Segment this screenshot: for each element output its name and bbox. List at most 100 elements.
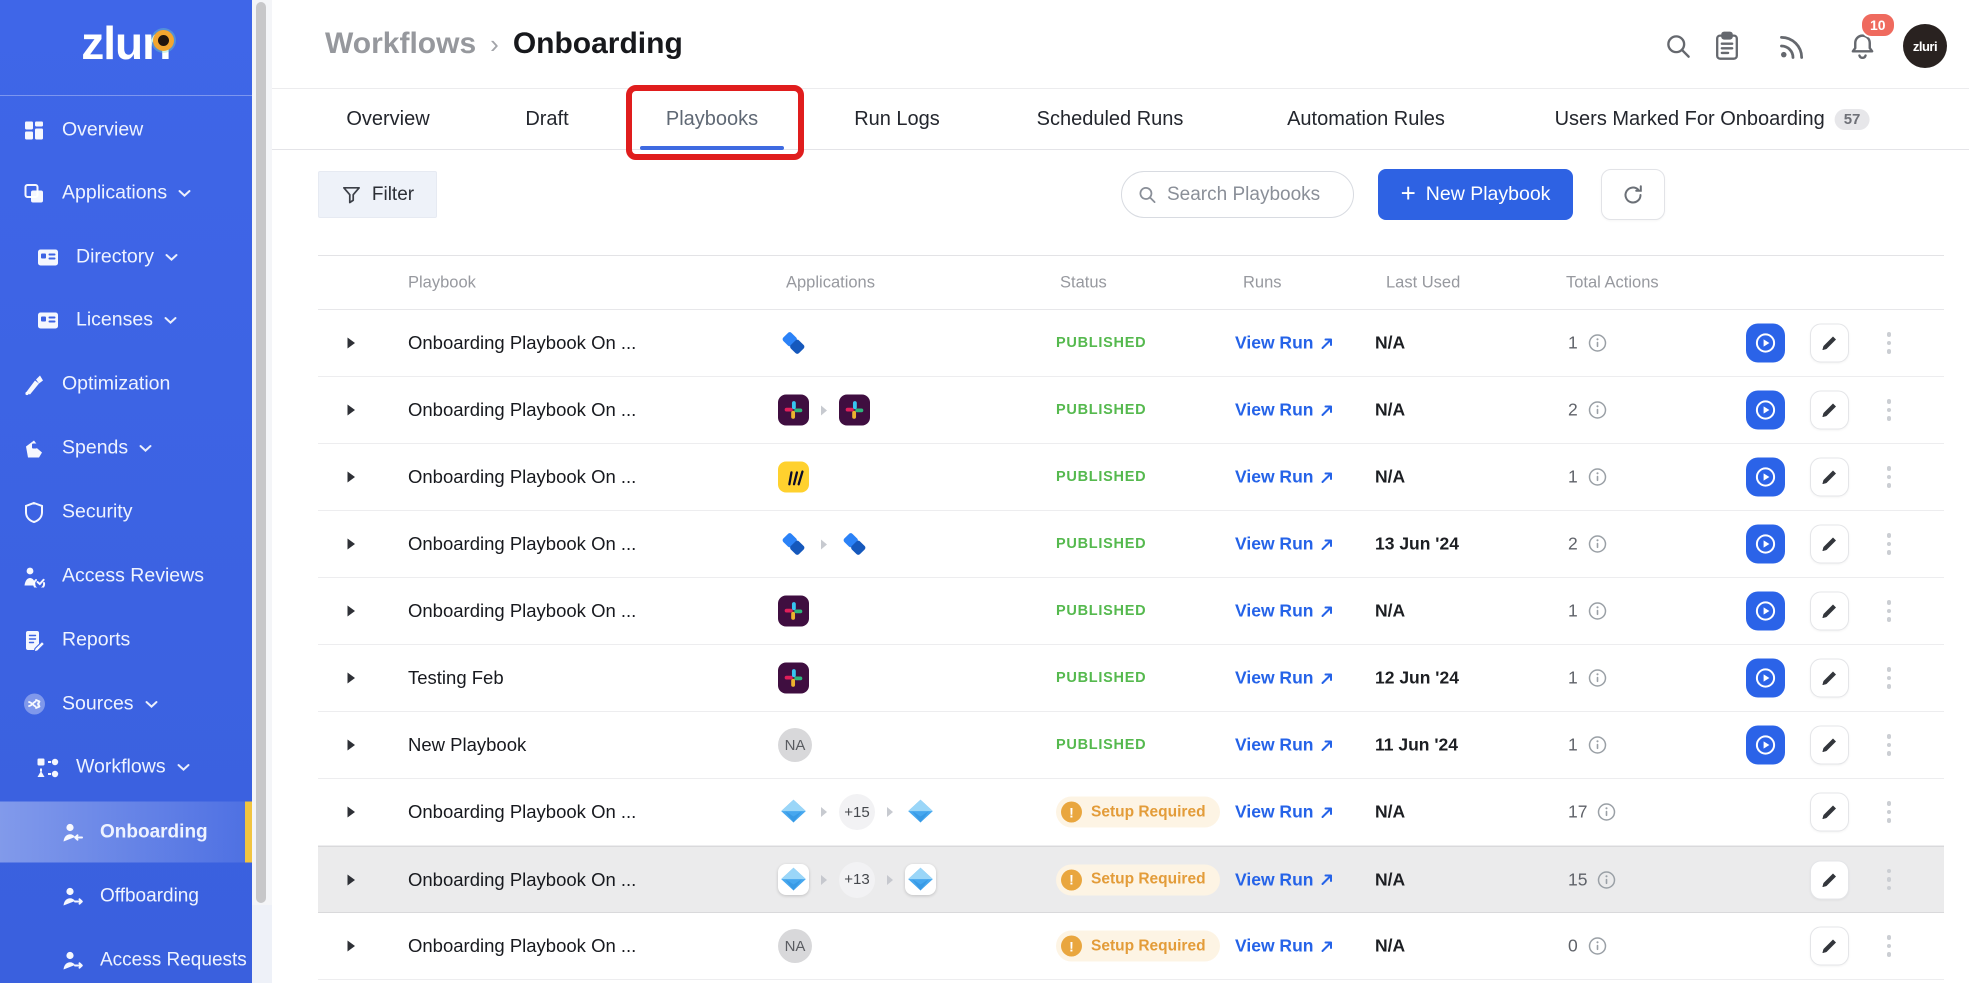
edit-playbook-button[interactable] <box>1810 323 1849 363</box>
sidebar-item-onboarding[interactable]: Onboarding <box>0 801 252 863</box>
edit-playbook-button[interactable] <box>1810 725 1849 765</box>
edit-playbook-button[interactable] <box>1810 390 1849 430</box>
expand-row-button[interactable] <box>340 538 362 551</box>
expand-row-button[interactable] <box>340 739 362 752</box>
expand-row-button[interactable] <box>340 471 362 484</box>
column-header-total-actions[interactable]: Total Actions <box>1566 273 1659 292</box>
run-playbook-button[interactable] <box>1746 323 1785 363</box>
info-icon[interactable] <box>1588 334 1607 353</box>
more-options-button[interactable] <box>1881 661 1897 695</box>
sidebar-item-offboarding[interactable]: Offboarding <box>0 868 252 925</box>
search-playbooks-input[interactable] <box>1167 183 1337 206</box>
view-run-link[interactable]: View Run <box>1235 601 1334 622</box>
column-header-applications[interactable]: Applications <box>786 273 875 292</box>
info-icon[interactable] <box>1588 401 1607 420</box>
run-playbook-button[interactable] <box>1746 725 1785 765</box>
edit-playbook-button[interactable] <box>1810 658 1849 698</box>
more-options-button[interactable] <box>1881 326 1897 360</box>
expand-row-button[interactable] <box>340 605 362 618</box>
filter-button[interactable]: Filter <box>318 171 437 218</box>
view-run-link[interactable]: View Run <box>1235 802 1334 823</box>
sidebar-item-overview[interactable]: Overview <box>0 102 252 159</box>
more-options-button[interactable] <box>1881 527 1897 561</box>
tab-overview[interactable]: Overview <box>346 89 429 150</box>
more-options-button[interactable] <box>1881 594 1897 628</box>
notifications-bell-icon[interactable]: 10 <box>1840 12 1896 68</box>
column-header-status[interactable]: Status <box>1060 273 1107 292</box>
run-playbook-button[interactable] <box>1746 524 1785 564</box>
sidebar-item-licenses[interactable]: Licenses <box>0 292 252 349</box>
edit-playbook-button[interactable] <box>1810 926 1849 966</box>
tab-run-logs[interactable]: Run Logs <box>854 89 940 150</box>
scrollbar-thumb[interactable] <box>256 2 266 903</box>
expand-row-button[interactable] <box>340 806 362 819</box>
run-playbook-button[interactable] <box>1746 658 1785 698</box>
table-row[interactable]: Onboarding Playbook On ... PUBLISHED View … <box>318 310 1944 377</box>
refresh-button[interactable] <box>1601 169 1665 220</box>
run-playbook-button[interactable] <box>1746 390 1785 430</box>
search-icon[interactable] <box>1656 24 1700 68</box>
sidebar-item-workflows[interactable]: Workflows <box>0 739 252 796</box>
more-options-button[interactable] <box>1881 795 1897 829</box>
view-run-link[interactable]: View Run <box>1235 735 1334 756</box>
sidebar-item-reports[interactable]: Reports <box>0 612 252 669</box>
edit-playbook-button[interactable] <box>1810 860 1849 899</box>
column-header-last-used[interactable]: Last Used <box>1386 273 1460 292</box>
table-row[interactable]: New Playbook NA PUBLISHED View Run 11 Jun '2… <box>318 712 1944 779</box>
edit-playbook-button[interactable] <box>1810 524 1849 564</box>
view-run-link[interactable]: View Run <box>1235 668 1334 689</box>
more-options-button[interactable] <box>1881 393 1897 427</box>
info-icon[interactable] <box>1597 870 1616 889</box>
tab-automation-rules[interactable]: Automation Rules <box>1287 89 1445 150</box>
more-options-button[interactable] <box>1881 728 1897 762</box>
info-icon[interactable] <box>1588 669 1607 688</box>
sidebar-item-applications[interactable]: Applications <box>0 165 252 222</box>
rss-signal-icon[interactable] <box>1771 24 1815 68</box>
view-run-link[interactable]: View Run <box>1235 534 1334 555</box>
info-icon[interactable] <box>1588 736 1607 755</box>
sidebar-item-access-requests[interactable]: Access Requests <box>0 932 252 989</box>
edit-playbook-button[interactable] <box>1810 792 1849 832</box>
sidebar-item-security[interactable]: Security <box>0 484 252 541</box>
sidebar-item-optimization[interactable]: Optimization <box>0 356 252 413</box>
more-options-button[interactable] <box>1881 863 1897 897</box>
table-row[interactable]: Onboarding Playbook On ... +15! Setup Requ… <box>318 779 1944 846</box>
tab-playbooks[interactable]: Playbooks <box>666 89 758 150</box>
table-row[interactable]: Testing Feb PUBLISHED View Run 12 Jun '24 1 <box>318 645 1944 712</box>
sidebar-item-spends[interactable]: Spends <box>0 420 252 477</box>
sidebar-item-directory[interactable]: Directory <box>0 229 252 286</box>
info-icon[interactable] <box>1597 803 1616 822</box>
view-run-link[interactable]: View Run <box>1235 869 1334 890</box>
info-icon[interactable] <box>1588 937 1607 956</box>
breadcrumb-parent[interactable]: Workflows <box>325 27 476 61</box>
view-run-link[interactable]: View Run <box>1235 333 1334 354</box>
run-playbook-button[interactable] <box>1746 591 1785 631</box>
sidebar-item-access-reviews[interactable]: Access Reviews <box>0 548 252 605</box>
expand-row-button[interactable] <box>340 940 362 953</box>
more-options-button[interactable] <box>1881 929 1897 963</box>
expand-row-button[interactable] <box>340 672 362 685</box>
expand-row-button[interactable] <box>340 337 362 350</box>
expand-row-button[interactable] <box>340 873 362 886</box>
table-row[interactable]: Onboarding Playbook On ... PUBLISHED View … <box>318 377 1944 444</box>
table-row[interactable]: Onboarding Playbook On ... PUBLISHED View … <box>318 578 1944 645</box>
info-icon[interactable] <box>1588 535 1607 554</box>
view-run-link[interactable]: View Run <box>1235 400 1334 421</box>
tab-draft[interactable]: Draft <box>525 89 568 150</box>
view-run-link[interactable]: View Run <box>1235 936 1334 957</box>
run-playbook-button[interactable] <box>1746 457 1785 497</box>
more-apps-count[interactable]: +15 <box>839 794 875 830</box>
column-header-runs[interactable]: Runs <box>1243 273 1282 292</box>
clipboard-icon[interactable] <box>1705 24 1749 68</box>
new-playbook-button[interactable]: + New Playbook <box>1378 169 1573 220</box>
table-row[interactable]: Onboarding Playbook On ... PUBLISHED View … <box>318 511 1944 578</box>
info-icon[interactable] <box>1588 468 1607 487</box>
table-row[interactable]: Onboarding Playbook On ... NA! Setup Requi… <box>318 913 1944 980</box>
expand-row-button[interactable] <box>340 404 362 417</box>
column-header-playbook[interactable]: Playbook <box>408 273 476 292</box>
view-run-link[interactable]: View Run <box>1235 467 1334 488</box>
edit-playbook-button[interactable] <box>1810 457 1849 497</box>
tab-scheduled-runs[interactable]: Scheduled Runs <box>1037 89 1184 150</box>
avatar[interactable]: zluri <box>1903 24 1947 68</box>
sidebar-item-sources[interactable]: Sources <box>0 676 252 733</box>
